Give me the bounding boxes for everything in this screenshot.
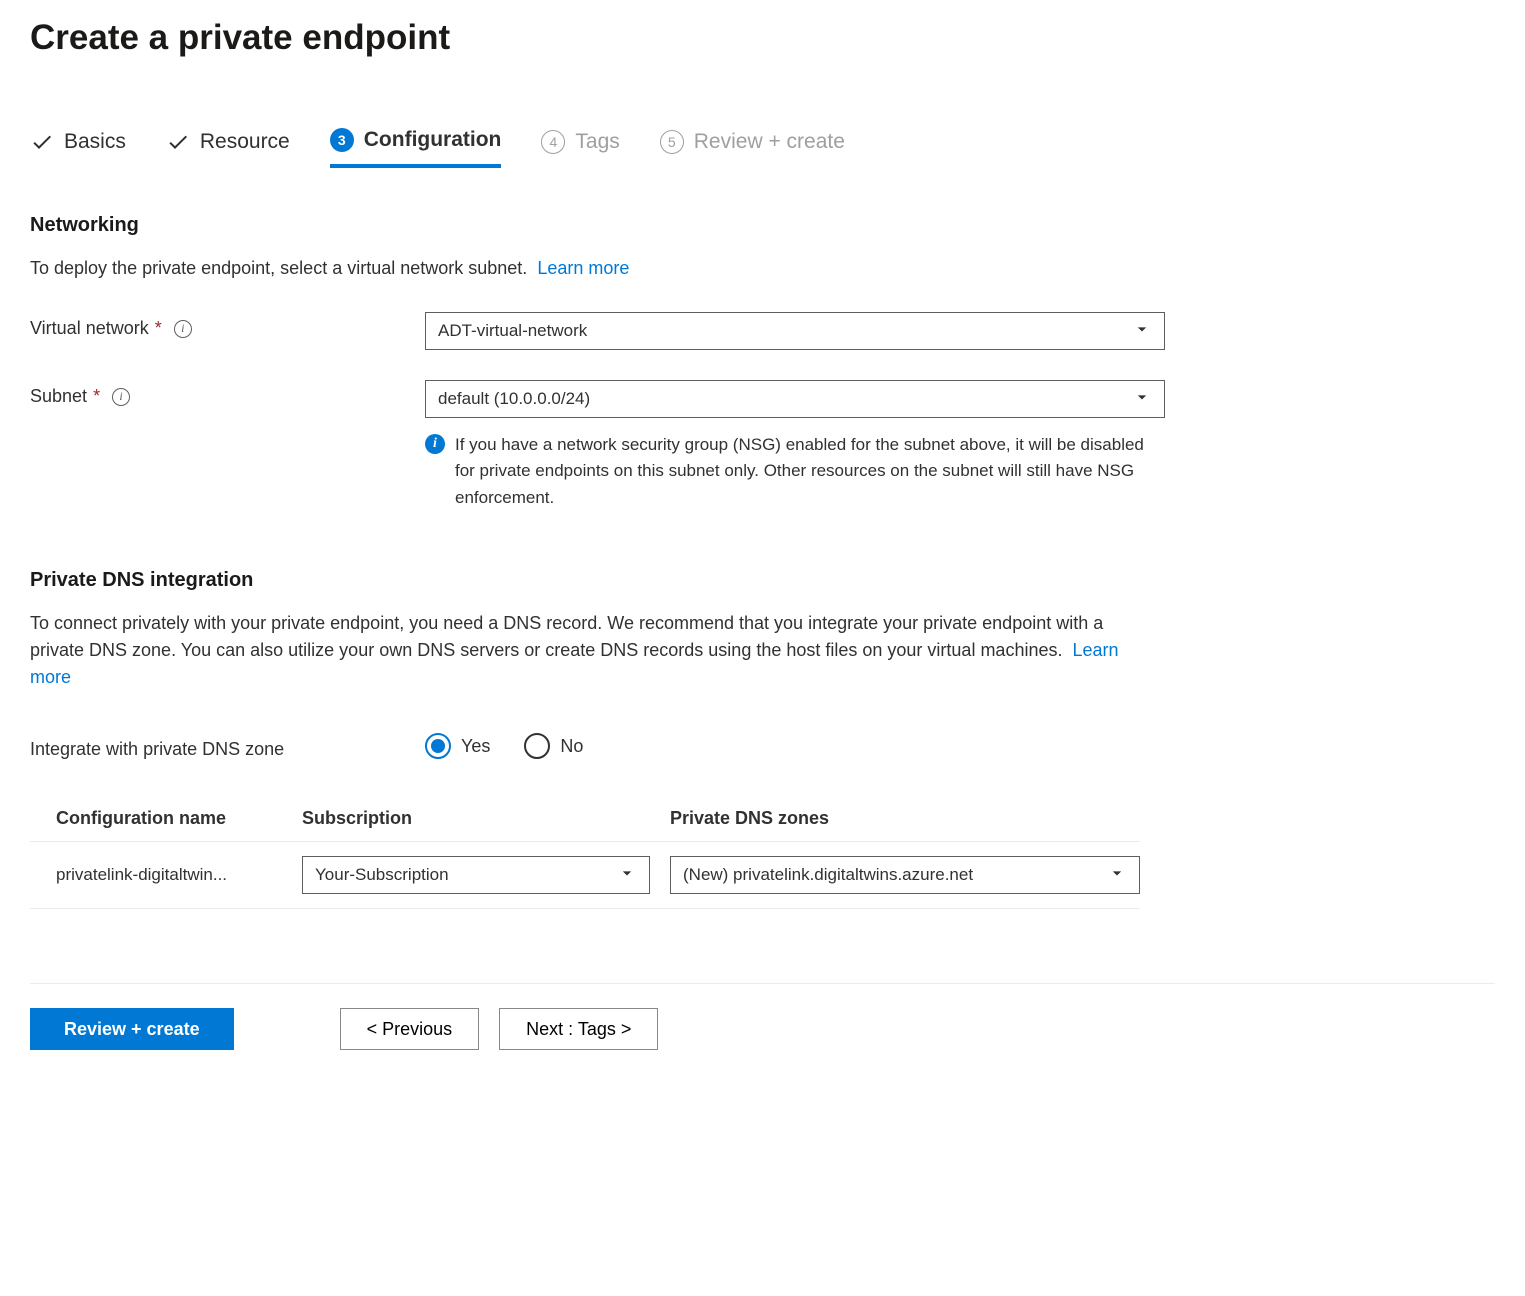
subnet-note: i If you have a network security group (… [425, 432, 1165, 511]
tab-label: Resource [200, 130, 290, 154]
col-config-name: Configuration name [56, 808, 302, 829]
tab-label: Tags [575, 130, 619, 154]
radio-no[interactable]: No [524, 733, 583, 759]
subnet-value: default (10.0.0.0/24) [438, 389, 590, 409]
required-asterisk: * [155, 318, 162, 339]
info-icon[interactable]: i [174, 320, 192, 338]
field-integrate-dns: Integrate with private DNS zone Yes No [30, 733, 1495, 760]
dns-table-header: Configuration name Subscription Private … [30, 808, 1140, 842]
chevron-down-icon [1132, 319, 1152, 344]
radio-yes-label: Yes [461, 736, 490, 757]
radio-no-label: No [560, 736, 583, 757]
tab-review-create[interactable]: 5 Review + create [660, 130, 845, 166]
wizard-tabs: Basics Resource 3 Configuration 4 Tags 5… [30, 128, 1495, 176]
virtual-network-value: ADT-virtual-network [438, 321, 587, 341]
step-number-icon: 5 [660, 130, 684, 154]
info-solid-icon: i [425, 434, 445, 454]
tab-resource[interactable]: Resource [166, 130, 290, 166]
cell-config-name: privatelink-digitaltwin... [56, 865, 302, 885]
radio-selected-icon [425, 733, 451, 759]
tab-basics[interactable]: Basics [30, 130, 126, 166]
check-icon [30, 130, 54, 154]
field-subnet: Subnet * i default (10.0.0.0/24) i If yo… [30, 380, 1495, 511]
label-subnet: Subnet * i [30, 380, 425, 407]
required-asterisk: * [93, 386, 100, 407]
section-heading-dns: Private DNS integration [30, 569, 1495, 592]
chevron-down-icon [1107, 863, 1127, 888]
field-virtual-network: Virtual network * i ADT-virtual-network [30, 312, 1495, 350]
chevron-down-icon [1132, 387, 1152, 412]
dns-zone-select[interactable]: (New) privatelink.digitaltwins.azure.net [670, 856, 1140, 894]
integrate-dns-radio-group: Yes No [425, 733, 1165, 759]
label-integrate-dns: Integrate with private DNS zone [30, 733, 425, 760]
virtual-network-select[interactable]: ADT-virtual-network [425, 312, 1165, 350]
previous-button[interactable]: < Previous [340, 1008, 480, 1050]
subscription-select[interactable]: Your-Subscription [302, 856, 650, 894]
label-virtual-network: Virtual network * i [30, 312, 425, 339]
tab-label: Review + create [694, 130, 845, 154]
tab-label: Basics [64, 130, 126, 154]
col-subscription: Subscription [302, 808, 670, 829]
page-title: Create a private endpoint [30, 0, 1495, 68]
step-number-icon: 4 [541, 130, 565, 154]
review-create-button[interactable]: Review + create [30, 1008, 234, 1050]
next-button[interactable]: Next : Tags > [499, 1008, 658, 1050]
tab-tags[interactable]: 4 Tags [541, 130, 619, 166]
section-desc-networking: To deploy the private endpoint, select a… [30, 255, 1150, 282]
col-private-dns-zones: Private DNS zones [670, 808, 1140, 829]
subscription-value: Your-Subscription [315, 865, 449, 885]
info-icon[interactable]: i [112, 388, 130, 406]
radio-unselected-icon [524, 733, 550, 759]
section-desc-dns: To connect privately with your private e… [30, 610, 1150, 691]
subnet-note-text: If you have a network security group (NS… [455, 432, 1165, 511]
section-heading-networking: Networking [30, 214, 1495, 237]
table-row: privatelink-digitaltwin... Your-Subscrip… [30, 842, 1140, 909]
step-number-icon: 3 [330, 128, 354, 152]
check-icon [166, 130, 190, 154]
radio-yes[interactable]: Yes [425, 733, 490, 759]
wizard-footer: Review + create < Previous Next : Tags > [30, 983, 1495, 1050]
dns-zone-value: (New) privatelink.digitaltwins.azure.net [683, 865, 973, 885]
dns-table: Configuration name Subscription Private … [30, 808, 1140, 909]
tab-label: Configuration [364, 128, 502, 152]
subnet-select[interactable]: default (10.0.0.0/24) [425, 380, 1165, 418]
learn-more-networking-link[interactable]: Learn more [537, 258, 629, 278]
chevron-down-icon [617, 863, 637, 888]
tab-configuration[interactable]: 3 Configuration [330, 128, 502, 168]
